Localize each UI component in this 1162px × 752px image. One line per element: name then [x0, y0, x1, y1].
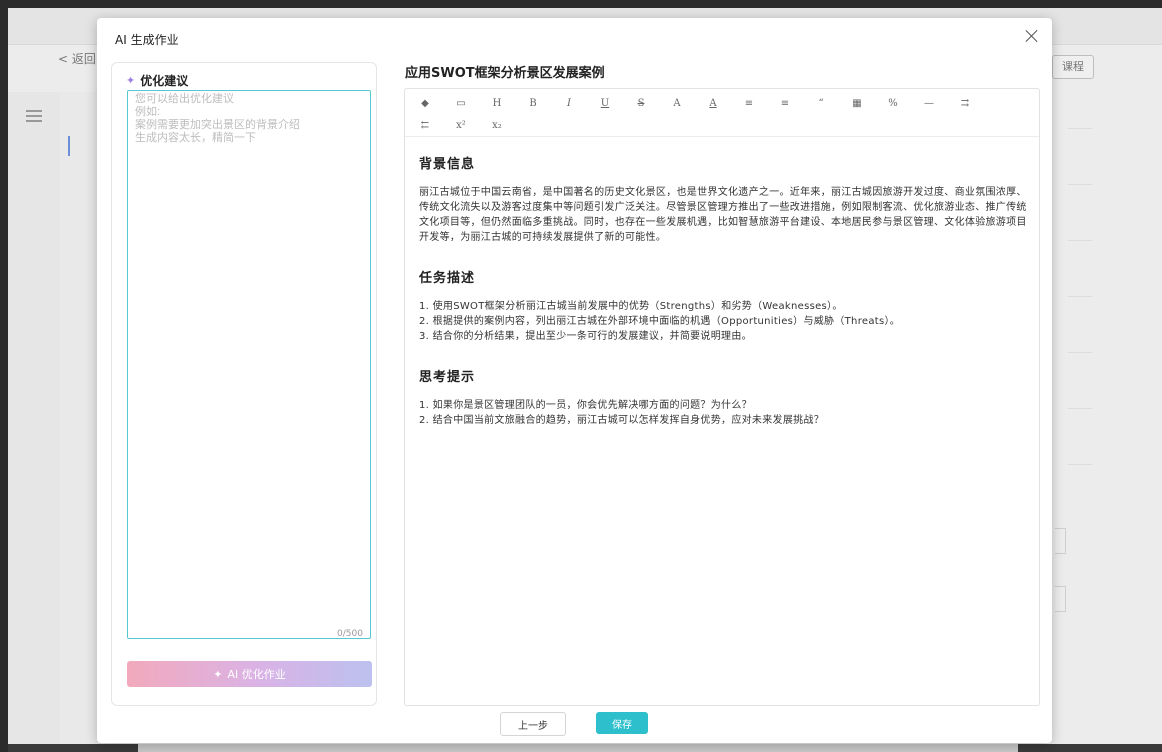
background-row [1068, 128, 1092, 173]
save-button[interactable]: 保存 [596, 712, 648, 734]
ai-generate-assignment-modal: AI 生成作业 ✦ 优化建议 0/500 ✦ AI 优化作业 应用SWOT框架分… [97, 18, 1052, 743]
ai-optimize-button-label: AI 优化作业 [227, 668, 286, 681]
editor-content[interactable]: 背景信息 丽江古城位于中国云南省，是中国著名的历史文化景区，也是世界文化遗产之一… [419, 153, 1027, 428]
heading-icon[interactable]: H [479, 93, 515, 113]
background-course-button: 课程 [1052, 55, 1094, 79]
background-back-link: < 返回 [58, 52, 96, 66]
eraser-icon[interactable]: ◆ [407, 93, 443, 113]
background-row [1068, 464, 1092, 509]
link-icon[interactable]: % [875, 93, 911, 113]
hr-icon[interactable]: — [911, 93, 947, 113]
bold-icon[interactable]: B [515, 93, 551, 113]
bg-color-icon[interactable]: A [695, 93, 731, 113]
background-menu-icon [26, 110, 42, 125]
background-active-indicator [68, 136, 70, 156]
close-icon[interactable] [1024, 28, 1040, 44]
background-row [1068, 184, 1092, 229]
previous-step-button[interactable]: 上一步 [500, 712, 566, 736]
editor-toolbar: ◆ ▭ H B I U S A A ≡ ≡ “ ▦ % — ⇉ ⇇ x² x₂ [405, 89, 1039, 137]
list-item: 1. 如果你是景区管理团队的一员，你会优先解决哪方面的问题？为什么？ [419, 400, 752, 411]
modal-title: AI 生成作业 [115, 33, 179, 47]
background-bottom-bar [8, 744, 1162, 752]
sparkle-icon: ✦ [126, 73, 136, 87]
background-row [1068, 240, 1092, 285]
outdent-icon[interactable]: ⇇ [407, 115, 443, 135]
ai-optimize-button[interactable]: ✦ AI 优化作业 [127, 661, 372, 687]
background-sidebar [8, 92, 61, 752]
list-item: 2. 根据提供的案例内容，列出丽江古城在外部环境中面临的机遇（Opportuni… [419, 316, 901, 327]
suggestions-char-count: 0/500 [337, 629, 363, 639]
suggestions-heading: ✦ 优化建议 [126, 70, 188, 90]
background-side-tab [1055, 586, 1066, 612]
document-title: 应用SWOT框架分析景区发展案例 [405, 66, 605, 81]
section-heading: 思考提示 [419, 370, 476, 385]
sparkle-icon: ✦ [213, 667, 223, 681]
background-row [1068, 408, 1092, 453]
strikethrough-icon[interactable]: S [623, 93, 659, 113]
suggestions-heading-label: 优化建议 [140, 73, 189, 88]
italic-icon[interactable]: I [551, 93, 587, 113]
background-row [1068, 352, 1092, 397]
list-item: 1. 使用SWOT框架分析丽江古城当前发展中的优势（Strengths）和劣势（… [419, 301, 843, 312]
quote-icon[interactable]: “ [803, 93, 839, 113]
indent-icon[interactable]: ⇉ [947, 93, 983, 113]
section-paragraph: 丽江古城位于中国云南省，是中国著名的历史文化景区，也是世界文化遗产之一。近年来，… [419, 187, 1027, 243]
table-icon[interactable]: ▦ [839, 93, 875, 113]
hint-list: 1. 如果你是景区管理团队的一员，你会优先解决哪方面的问题？为什么？ 2. 结合… [419, 398, 1027, 428]
suggestions-panel: ✦ 优化建议 0/500 ✦ AI 优化作业 [111, 62, 377, 706]
toolbar-row-2: ⇇ x² x₂ [405, 115, 515, 135]
task-list: 1. 使用SWOT框架分析丽江古城当前发展中的优势（Strengths）和劣势（… [419, 299, 1027, 344]
superscript-icon[interactable]: x² [443, 115, 479, 135]
bullet-list-icon[interactable]: ≡ [731, 93, 767, 113]
ordered-list-icon[interactable]: ≡ [767, 93, 803, 113]
code-block-icon[interactable]: ▭ [443, 93, 479, 113]
background-side-tab [1055, 528, 1066, 554]
section-heading: 任务描述 [419, 271, 476, 286]
list-item: 3. 结合你的分析结果，提出至少一条可行的发展建议，并简要说明理由。 [419, 331, 752, 342]
background-row [1068, 296, 1092, 341]
subscript-icon[interactable]: x₂ [479, 115, 515, 135]
section-heading: 背景信息 [419, 157, 476, 172]
suggestions-input[interactable] [127, 90, 371, 639]
background-outline-column [60, 92, 101, 752]
font-color-icon[interactable]: A [659, 93, 695, 113]
underline-icon[interactable]: U [587, 93, 623, 113]
rich-text-editor[interactable]: ◆ ▭ H B I U S A A ≡ ≡ “ ▦ % — ⇉ ⇇ x² x₂ [404, 88, 1040, 706]
toolbar-row-1: ◆ ▭ H B I U S A A ≡ ≡ “ ▦ % — ⇉ [405, 93, 983, 113]
list-item: 2. 结合中国当前文旅融合的趋势，丽江古城可以怎样发挥自身优势，应对未来发展挑战… [419, 415, 825, 426]
